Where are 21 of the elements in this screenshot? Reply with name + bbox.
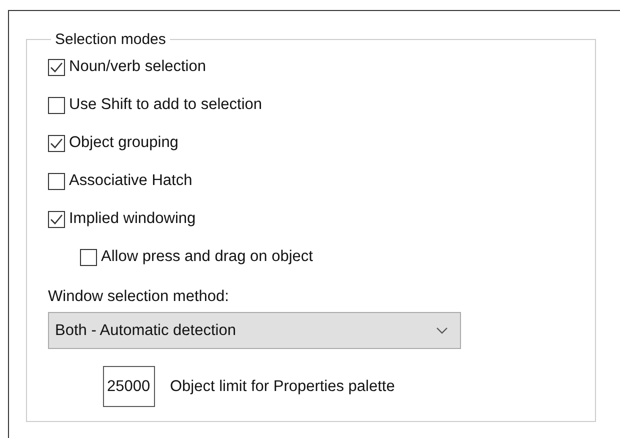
checkbox[interactable] (48, 172, 65, 190)
check-icon (50, 62, 63, 72)
checkbox-option[interactable]: Associative Hatch (48, 162, 595, 200)
check-icon (50, 138, 63, 148)
method-dropdown[interactable]: Both - Automatic detection (48, 312, 461, 349)
checkbox[interactable] (48, 210, 65, 228)
group-title: Selection modes (54, 31, 167, 48)
object-limit-field[interactable]: 25000 (103, 366, 155, 407)
checkbox-option[interactable]: Implied windowing (48, 200, 595, 238)
checkbox-option[interactable]: Use Shift to add to selection (48, 86, 595, 124)
method-label: Window selection method: (48, 287, 230, 307)
object-limit-label: Object limit for Properties palette (170, 378, 395, 396)
checkbox[interactable] (48, 58, 65, 76)
check-icon (50, 214, 63, 224)
chevron-down-icon (436, 327, 448, 334)
checkbox[interactable] (48, 134, 65, 152)
checkbox[interactable] (80, 248, 97, 266)
checkbox-option[interactable]: Noun/verb selection (48, 48, 595, 86)
checkbox-option[interactable]: Object grouping (48, 124, 595, 162)
checkbox-option[interactable]: Allow press and drag on object (80, 238, 595, 276)
checkbox[interactable] (48, 96, 65, 114)
